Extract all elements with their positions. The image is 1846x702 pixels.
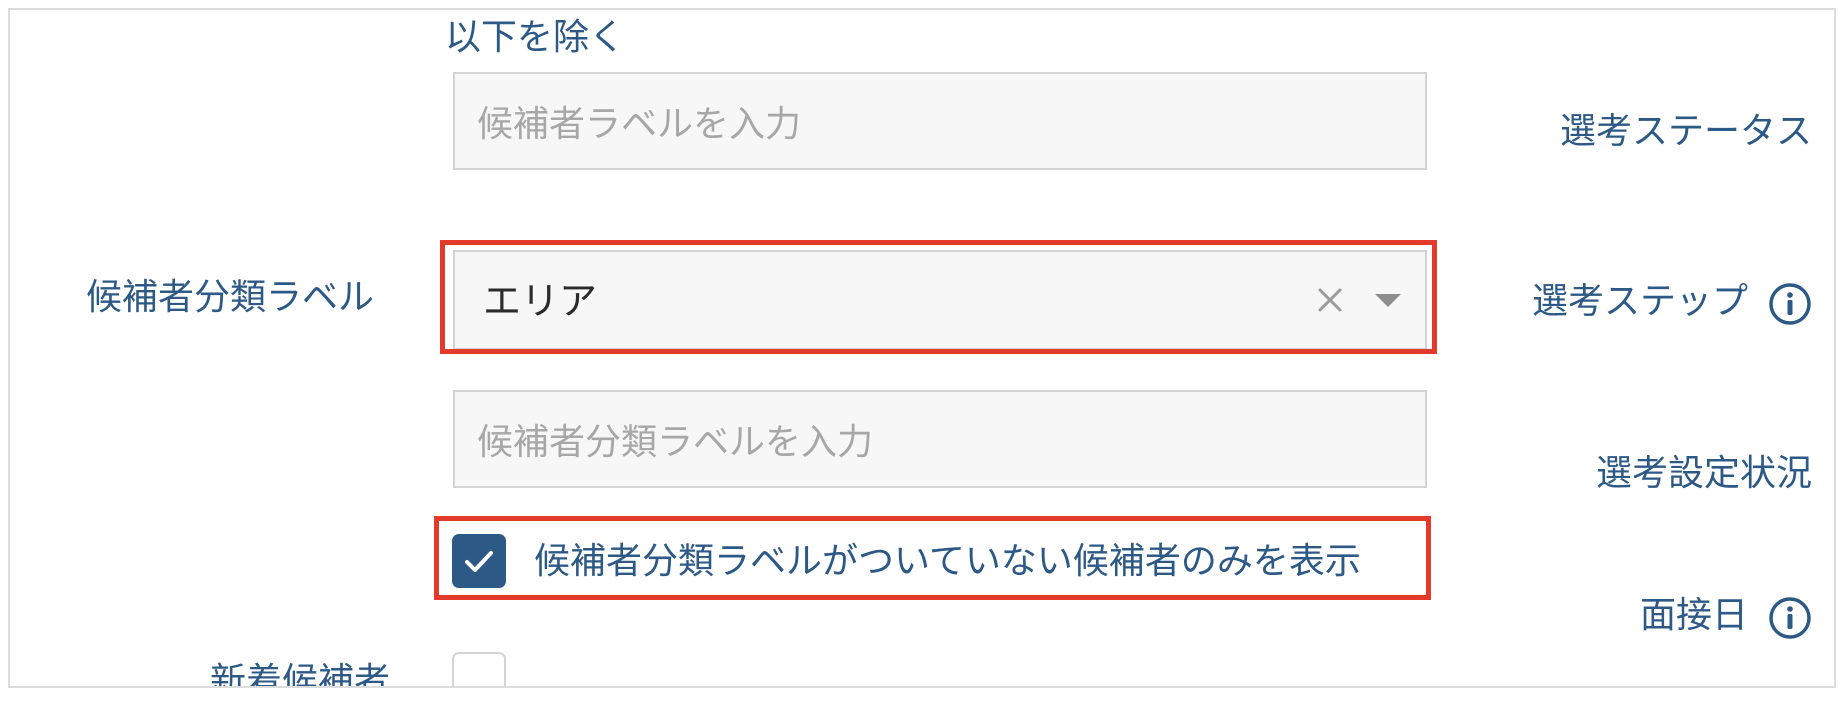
checkmark-icon xyxy=(465,551,493,572)
exclude-heading: 以下を除く xyxy=(445,17,626,58)
info-icon[interactable] xyxy=(1768,282,1812,326)
only-unlabeled-checkbox[interactable] xyxy=(452,534,506,588)
candidate-class-select[interactable]: エリア xyxy=(453,250,1427,350)
candidate-class-label-heading: 候補者分類ラベル xyxy=(86,277,375,318)
filter-panel: 以下を除く 候補者ラベルを入力 選考ステータス 候補者分類ラベル エリア 選考ス… xyxy=(8,8,1836,688)
new-candidates-checkbox[interactable] xyxy=(452,652,506,686)
selection-status-label: 選考ステータス xyxy=(1559,111,1812,152)
selection-step-label: 選考ステップ xyxy=(1531,281,1748,322)
candidate-label-input-placeholder: 候補者ラベルを入力 xyxy=(477,104,802,145)
chevron-down-icon[interactable] xyxy=(1375,294,1401,307)
only-unlabeled-checkbox-label[interactable]: 候補者分類ラベルがついていない候補者のみを表示 xyxy=(534,540,1361,584)
info-icon[interactable] xyxy=(1768,596,1812,640)
candidate-class-label-input-placeholder: 候補者分類ラベルを入力 xyxy=(477,422,874,463)
candidate-class-label-input[interactable]: 候補者分類ラベルを入力 xyxy=(453,390,1427,488)
close-icon[interactable] xyxy=(1308,274,1352,326)
new-candidates-label: 新着候補者 xyxy=(210,661,391,688)
candidate-class-select-value: エリア xyxy=(483,279,598,323)
interview-date-label: 面接日 xyxy=(1639,595,1748,636)
candidate-label-input[interactable]: 候補者ラベルを入力 xyxy=(453,72,1427,170)
selection-settings-status-label: 選考設定状況 xyxy=(1595,453,1812,494)
